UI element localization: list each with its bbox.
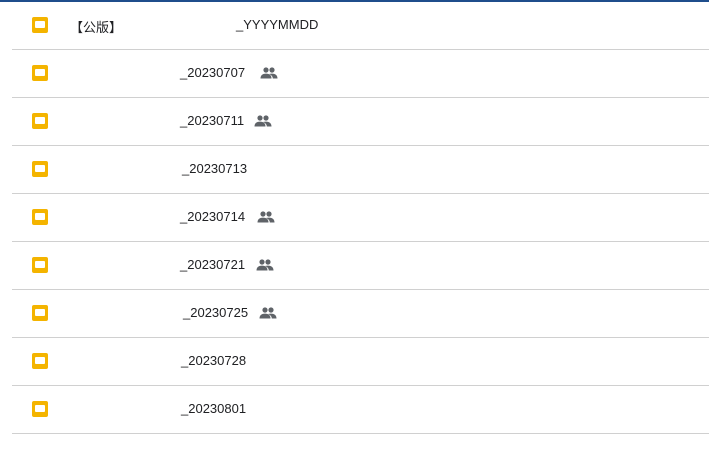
slides-file-icon	[32, 17, 48, 33]
file-row[interactable]: _20230711	[12, 98, 709, 146]
file-row[interactable]: _20230707	[12, 50, 709, 98]
file-name[interactable]: _20230721	[180, 257, 245, 272]
file-name[interactable]: _20230714	[180, 209, 245, 224]
file-name-prefix: 【公版】	[70, 20, 123, 35]
file-name[interactable]: _20230801	[181, 401, 246, 416]
file-name[interactable]: _20230713	[182, 161, 247, 176]
file-name[interactable]: _20230707	[180, 65, 245, 80]
slides-file-icon	[32, 113, 48, 129]
file-row[interactable]: _20230721	[12, 242, 709, 290]
file-row[interactable]: _20230725	[12, 290, 709, 338]
slides-file-icon	[32, 305, 48, 321]
file-row[interactable]: _20230728	[12, 338, 709, 386]
file-name[interactable]: _YYYYMMDD	[236, 17, 318, 32]
slides-file-icon	[32, 209, 48, 225]
file-row[interactable]: 【公版】 _YYYYMMDD	[12, 2, 709, 50]
shared-people-icon	[259, 307, 277, 319]
file-list: 【公版】 _YYYYMMDD _20230707 _20230711 _2023…	[12, 2, 709, 434]
file-name[interactable]: _20230711	[180, 113, 244, 128]
shared-people-icon	[256, 259, 274, 271]
shared-people-icon	[260, 67, 278, 79]
slides-file-icon	[32, 161, 48, 177]
shared-people-icon	[257, 211, 275, 223]
slides-file-icon	[32, 353, 48, 369]
file-name[interactable]: _20230728	[181, 353, 246, 368]
file-row[interactable]: _20230713	[12, 146, 709, 194]
file-row[interactable]: _20230714	[12, 194, 709, 242]
shared-people-icon	[254, 115, 272, 127]
slides-file-icon	[32, 65, 48, 81]
slides-file-icon	[32, 401, 48, 417]
file-row[interactable]: _20230801	[12, 386, 709, 434]
file-name[interactable]: _20230725	[183, 305, 248, 320]
slides-file-icon	[32, 257, 48, 273]
